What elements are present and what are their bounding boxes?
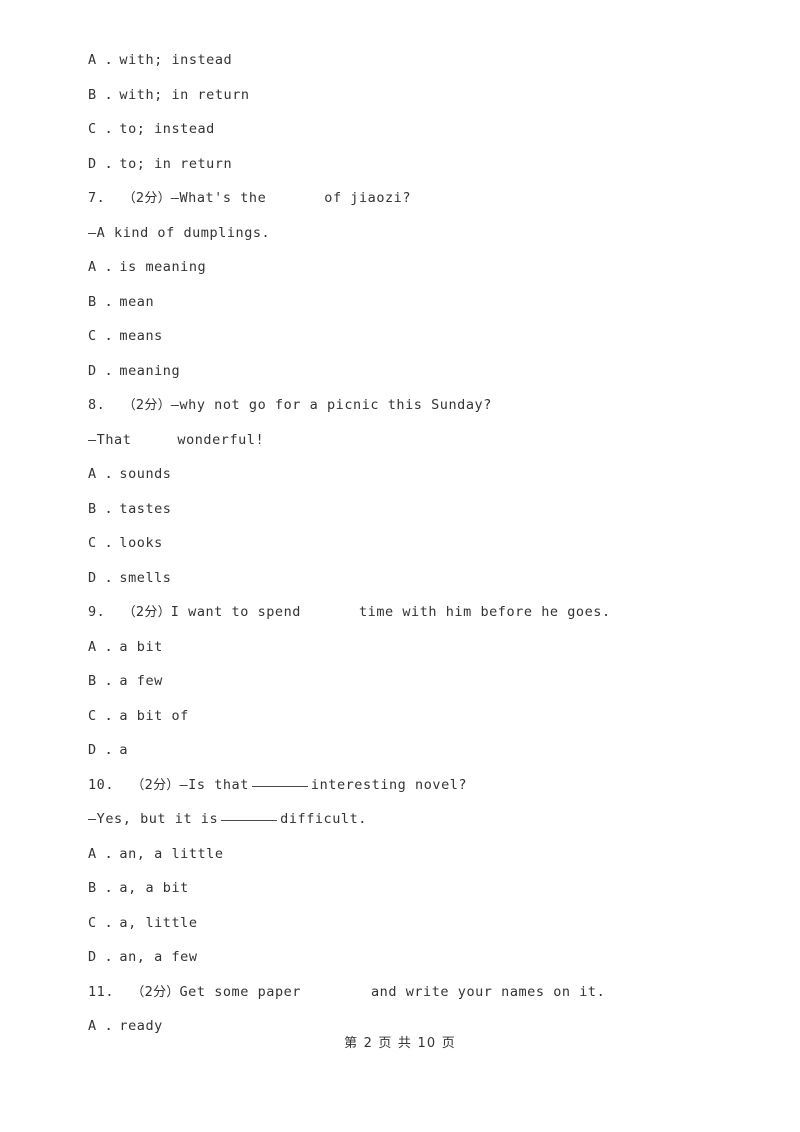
question-marks: （2分） <box>122 191 171 206</box>
stem-text-after: of jiaozi? <box>324 190 412 206</box>
page-footer: 第 2 页 共 10 页 <box>344 1036 456 1051</box>
option-row: B ．mean <box>88 293 155 310</box>
stem-text-after: wonderful! <box>177 431 265 448</box>
stem-text-after: time with him before he goes. <box>358 604 611 620</box>
stem-text-before: I want to spend <box>170 604 301 620</box>
question-stem-continuation: —That wonderful! <box>88 430 748 465</box>
question-marks: （2分） <box>122 605 171 620</box>
option-row: B ．a, a bit <box>88 880 189 896</box>
answer-blank-underline <box>251 785 308 787</box>
option-row: D ．an, a few <box>88 949 198 965</box>
stem-text-before: —That <box>88 431 132 448</box>
question-marks: （2分） <box>131 777 180 793</box>
stem-text-before: —Is that <box>179 776 249 793</box>
option-row: C ．means <box>88 328 163 344</box>
option-row: B ．tastes <box>88 500 172 517</box>
stem-text-before: Get some paper <box>179 983 301 1000</box>
option-row: A ．a bit <box>88 638 163 655</box>
option-row: A ．is meaning <box>88 259 207 275</box>
question-number: 7. <box>88 190 106 206</box>
option-row: D ．meaning <box>88 362 181 379</box>
question-number: 10. <box>88 776 115 793</box>
question-marks: （2分） <box>131 984 180 1000</box>
stem-text-after: interesting novel? <box>310 776 468 793</box>
question-stem: 8. （2分）—why not go for a picnic this Sun… <box>88 395 748 430</box>
option-row: C ．to; instead <box>88 121 215 137</box>
option-row: A ．an, a little <box>88 845 224 862</box>
stem-text-after: and write your names on it. <box>370 983 606 1000</box>
question-stem: 9. （2分）I want to spend time with him befo… <box>88 602 748 637</box>
question-number: 8. <box>88 397 106 413</box>
question-stem: 11. （2分）Get some paper and write your nam… <box>88 982 748 1017</box>
option-row: C ．a bit of <box>88 707 189 724</box>
question-list: A ．with; instead B ．with; in return C ．t… <box>88 50 748 1051</box>
stem-text-before: —What's the <box>170 190 267 206</box>
question-number: 11. <box>88 983 115 1000</box>
option-row: B ．with; in return <box>88 86 250 103</box>
document-page: A ．with; instead B ．with; in return C ．t… <box>0 0 800 1132</box>
option-row: D ．a <box>88 742 129 758</box>
question-number: 9. <box>88 604 106 620</box>
question-stem-continuation: —A kind of dumplings. <box>88 224 271 241</box>
question-stem: 7. （2分）—What's the of jiaozi? <box>88 188 748 223</box>
question-stem-continuation: —Yes, but it is difficult. <box>88 809 748 844</box>
option-row: C ．looks <box>88 535 163 551</box>
stem-text-after: difficult. <box>280 811 367 827</box>
question-marks: （2分） <box>122 398 171 413</box>
stem-text-before: —Yes, but it is <box>88 811 219 827</box>
option-row: C ．a, little <box>88 914 198 931</box>
option-row: B ．a few <box>88 673 163 689</box>
option-row: A ．with; instead <box>88 52 233 68</box>
option-row: D ．to; in return <box>88 155 233 172</box>
option-row: A ．sounds <box>88 466 172 482</box>
question-stem: 10. （2分）—Is that interesting novel? <box>88 775 748 810</box>
stem-text: —why not go for a picnic this Sunday? <box>170 397 492 413</box>
option-row: D ．smells <box>88 569 172 586</box>
answer-blank-underline <box>221 820 278 821</box>
